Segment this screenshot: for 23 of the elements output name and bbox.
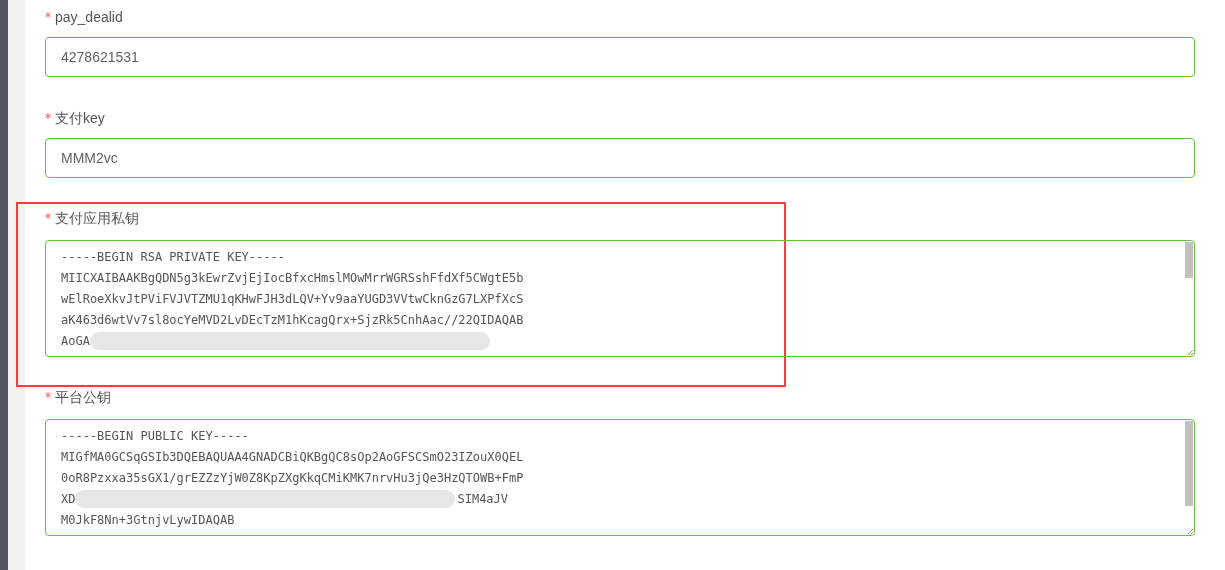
scrollbar-thumb[interactable] bbox=[1185, 242, 1193, 278]
field-label: 平台公钥 bbox=[55, 387, 111, 407]
key-line: MIICXAIBAAKBgQDN5g3kEwrZvjEjIocBfxcHmslMOwMrrWGRSshFfdXf5CWgtE5b bbox=[61, 269, 524, 287]
scrollbar-thumb[interactable] bbox=[1185, 421, 1193, 506]
field-label: 支付应用私钥 bbox=[55, 208, 139, 228]
key-line: 0oR8Pzxxa35sGX1/grEZZzYjW0Z8KpZXgKkqCMiKMK7nrvHu3jQe3HzQTOWB+FmP bbox=[61, 469, 524, 487]
field-label: pay_dealid bbox=[55, 7, 123, 27]
field-label: 支付key bbox=[55, 108, 105, 128]
input-field[interactable]: MMM2vc bbox=[45, 138, 1195, 178]
resize-handle-icon[interactable] bbox=[1187, 528, 1193, 534]
key-line: wElRoeXkvJtPViFVJVTZMU1qKHwFJH3dLQV+Yv9aaYUGD3VVtwCknGzG7LXPfXcS bbox=[61, 290, 524, 308]
resize-handle-icon[interactable] bbox=[1187, 349, 1193, 355]
textarea-field[interactable] bbox=[45, 240, 1195, 357]
key-line: XD bbox=[61, 490, 76, 508]
key-line: MIGfMA0GCSqGSIb3DQEBAQUAA4GNADCBiQKBgQC8sOp2AoGFSCSmO23IZouX0QEL bbox=[61, 448, 524, 466]
input-field[interactable]: 4278621531 bbox=[45, 37, 1195, 77]
key-line: AoGA bbox=[61, 332, 90, 350]
key-line: aK463d6wtVv7sl8ocYeMVD2LvDEcTzM1hKcagQrx+SjzRk5CnhAac//22QIDAQAB bbox=[61, 311, 524, 329]
key-line: SIM4aJV bbox=[457, 490, 509, 508]
key-line: -----BEGIN PUBLIC KEY----- bbox=[61, 427, 249, 445]
textarea-field[interactable]: -----BEGIN PUBLIC KEY----- MIGfMA0GCSqGSIb3DQEBAQUAA4GNADCBiQKBgQC8sOp2AoGFSCSmO23IZouX0QEL 0oR8Pzxxa35sGX1/grEZZzYjW0Z8KpZXgKkqCMiKMK7nrvHu3jQe3HzQTOWB+FmP XD SIM4aJV M0JkF8Nn+3GtnjvLywIDAQAB bbox=[45, 419, 1195, 536]
key-line: M0JkF8Nn+3GtnjvLywIDAQAB bbox=[61, 511, 235, 529]
key-line: -----BEGIN RSA PRIVATE KEY----- bbox=[61, 248, 285, 266]
